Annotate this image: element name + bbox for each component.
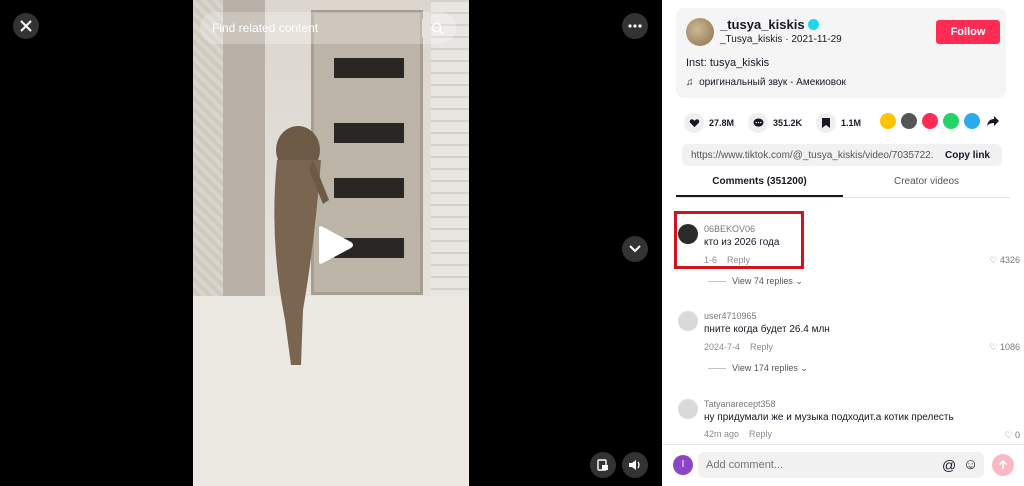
- tab-comments[interactable]: Comments (351200): [676, 176, 843, 197]
- commenter-avatar[interactable]: [678, 399, 698, 419]
- comment-item: Tatyanarecept358 ну придумали же и музык…: [676, 397, 1022, 445]
- highlight-box: [674, 211, 804, 269]
- search-bar[interactable]: Find related content: [200, 12, 456, 44]
- comment-meta: 42m ago Reply: [704, 429, 773, 439]
- share-arrow-icon[interactable]: [985, 113, 1001, 129]
- reply-button[interactable]: Reply: [750, 342, 773, 352]
- copy-link-button[interactable]: Copy link: [933, 150, 1002, 161]
- mention-button[interactable]: @: [942, 457, 956, 473]
- search-placeholder: Find related content: [212, 21, 319, 35]
- volume-icon: [629, 460, 640, 470]
- telegram-icon[interactable]: [964, 113, 980, 129]
- whatsapp-icon[interactable]: [943, 113, 959, 129]
- view-replies-button[interactable]: View 74 replies ⌄: [708, 276, 803, 287]
- comment-composer: I @ ☺: [662, 444, 1024, 486]
- play-icon[interactable]: [315, 225, 355, 265]
- comment-meta: 2024-7-4 Reply: [704, 342, 774, 352]
- close-icon: [20, 20, 32, 32]
- pip-button[interactable]: [590, 452, 616, 478]
- author-username[interactable]: _tusya_kiskis: [720, 17, 819, 32]
- verified-icon: [807, 19, 819, 30]
- heart-icon: [684, 113, 704, 133]
- video-description: Inst: tusya_kiskis: [686, 57, 770, 69]
- comment-like-button[interactable]: ♡ 0: [1004, 430, 1020, 441]
- comment-text: ну придумали же и музыка подходит.а коти…: [704, 412, 954, 423]
- comment-like-button[interactable]: ♡ 4326: [989, 255, 1020, 266]
- video-link-box: https://www.tiktok.com/@_tusya_kiskis/vi…: [682, 144, 1002, 166]
- view-replies-button[interactable]: View 174 replies ⌄: [708, 363, 808, 374]
- tabs: Comments (351200) Creator videos: [676, 176, 1010, 198]
- commenter-name[interactable]: Tatyanarecept358: [704, 399, 776, 409]
- send-to-friends-icon[interactable]: [922, 113, 938, 129]
- next-video-button[interactable]: [622, 236, 648, 262]
- comment-like-button[interactable]: ♡ 1086: [989, 342, 1020, 353]
- chevron-down-icon: ⌄: [800, 363, 808, 373]
- like-button[interactable]: 27.8M: [684, 113, 734, 133]
- bookmark-icon: [816, 113, 837, 133]
- tab-creator-videos[interactable]: Creator videos: [843, 176, 1010, 197]
- pip-icon: [597, 459, 608, 471]
- user-avatar[interactable]: I: [673, 455, 693, 475]
- reply-button[interactable]: Reply: [749, 429, 772, 439]
- embed-icon[interactable]: [901, 113, 917, 129]
- chevron-down-icon: [629, 245, 641, 253]
- author-card: _tusya_kiskis _Tusya_kiskis · 2021-11-29…: [676, 8, 1006, 98]
- chevron-down-icon: ⌄: [795, 276, 803, 286]
- volume-button[interactable]: [622, 452, 648, 478]
- tiktok-video-page: Find related content _tusya_kiskis _Tusy…: [0, 0, 1024, 486]
- music-note-icon: ♫: [686, 77, 694, 88]
- comment-item: user4710965 пните когда будет 26.4 млн 2…: [676, 309, 1022, 389]
- search-icon[interactable]: [431, 22, 444, 35]
- video-pane: Find related content: [0, 0, 662, 486]
- more-icon: [628, 24, 642, 28]
- commenter-name[interactable]: user4710965: [704, 311, 757, 321]
- comment-text: пните когда будет 26.4 млн: [704, 324, 830, 335]
- more-options-button[interactable]: [622, 13, 648, 39]
- comment-button[interactable]: 351.2K: [748, 113, 802, 133]
- repost-icon[interactable]: [880, 113, 896, 129]
- music-link[interactable]: ♫ оригинальный звук - Амекиовок: [686, 77, 846, 88]
- comment-icon: [748, 113, 769, 133]
- commenter-avatar[interactable]: [678, 311, 698, 331]
- emoji-icon[interactable]: ☺: [963, 456, 978, 473]
- stats-bar: 27.8M 351.2K 1.1M: [684, 112, 875, 134]
- author-avatar[interactable]: [686, 18, 714, 46]
- author-subline: _Tusya_kiskis · 2021-11-29: [720, 34, 842, 45]
- close-button[interactable]: [13, 13, 39, 39]
- save-button[interactable]: 1.1M: [816, 113, 861, 133]
- video-url[interactable]: https://www.tiktok.com/@_tusya_kiskis/vi…: [682, 150, 933, 161]
- arrow-up-icon: [998, 460, 1008, 469]
- post-comment-button[interactable]: [992, 454, 1014, 476]
- share-buttons: [880, 113, 1006, 129]
- follow-button[interactable]: Follow: [936, 20, 1000, 44]
